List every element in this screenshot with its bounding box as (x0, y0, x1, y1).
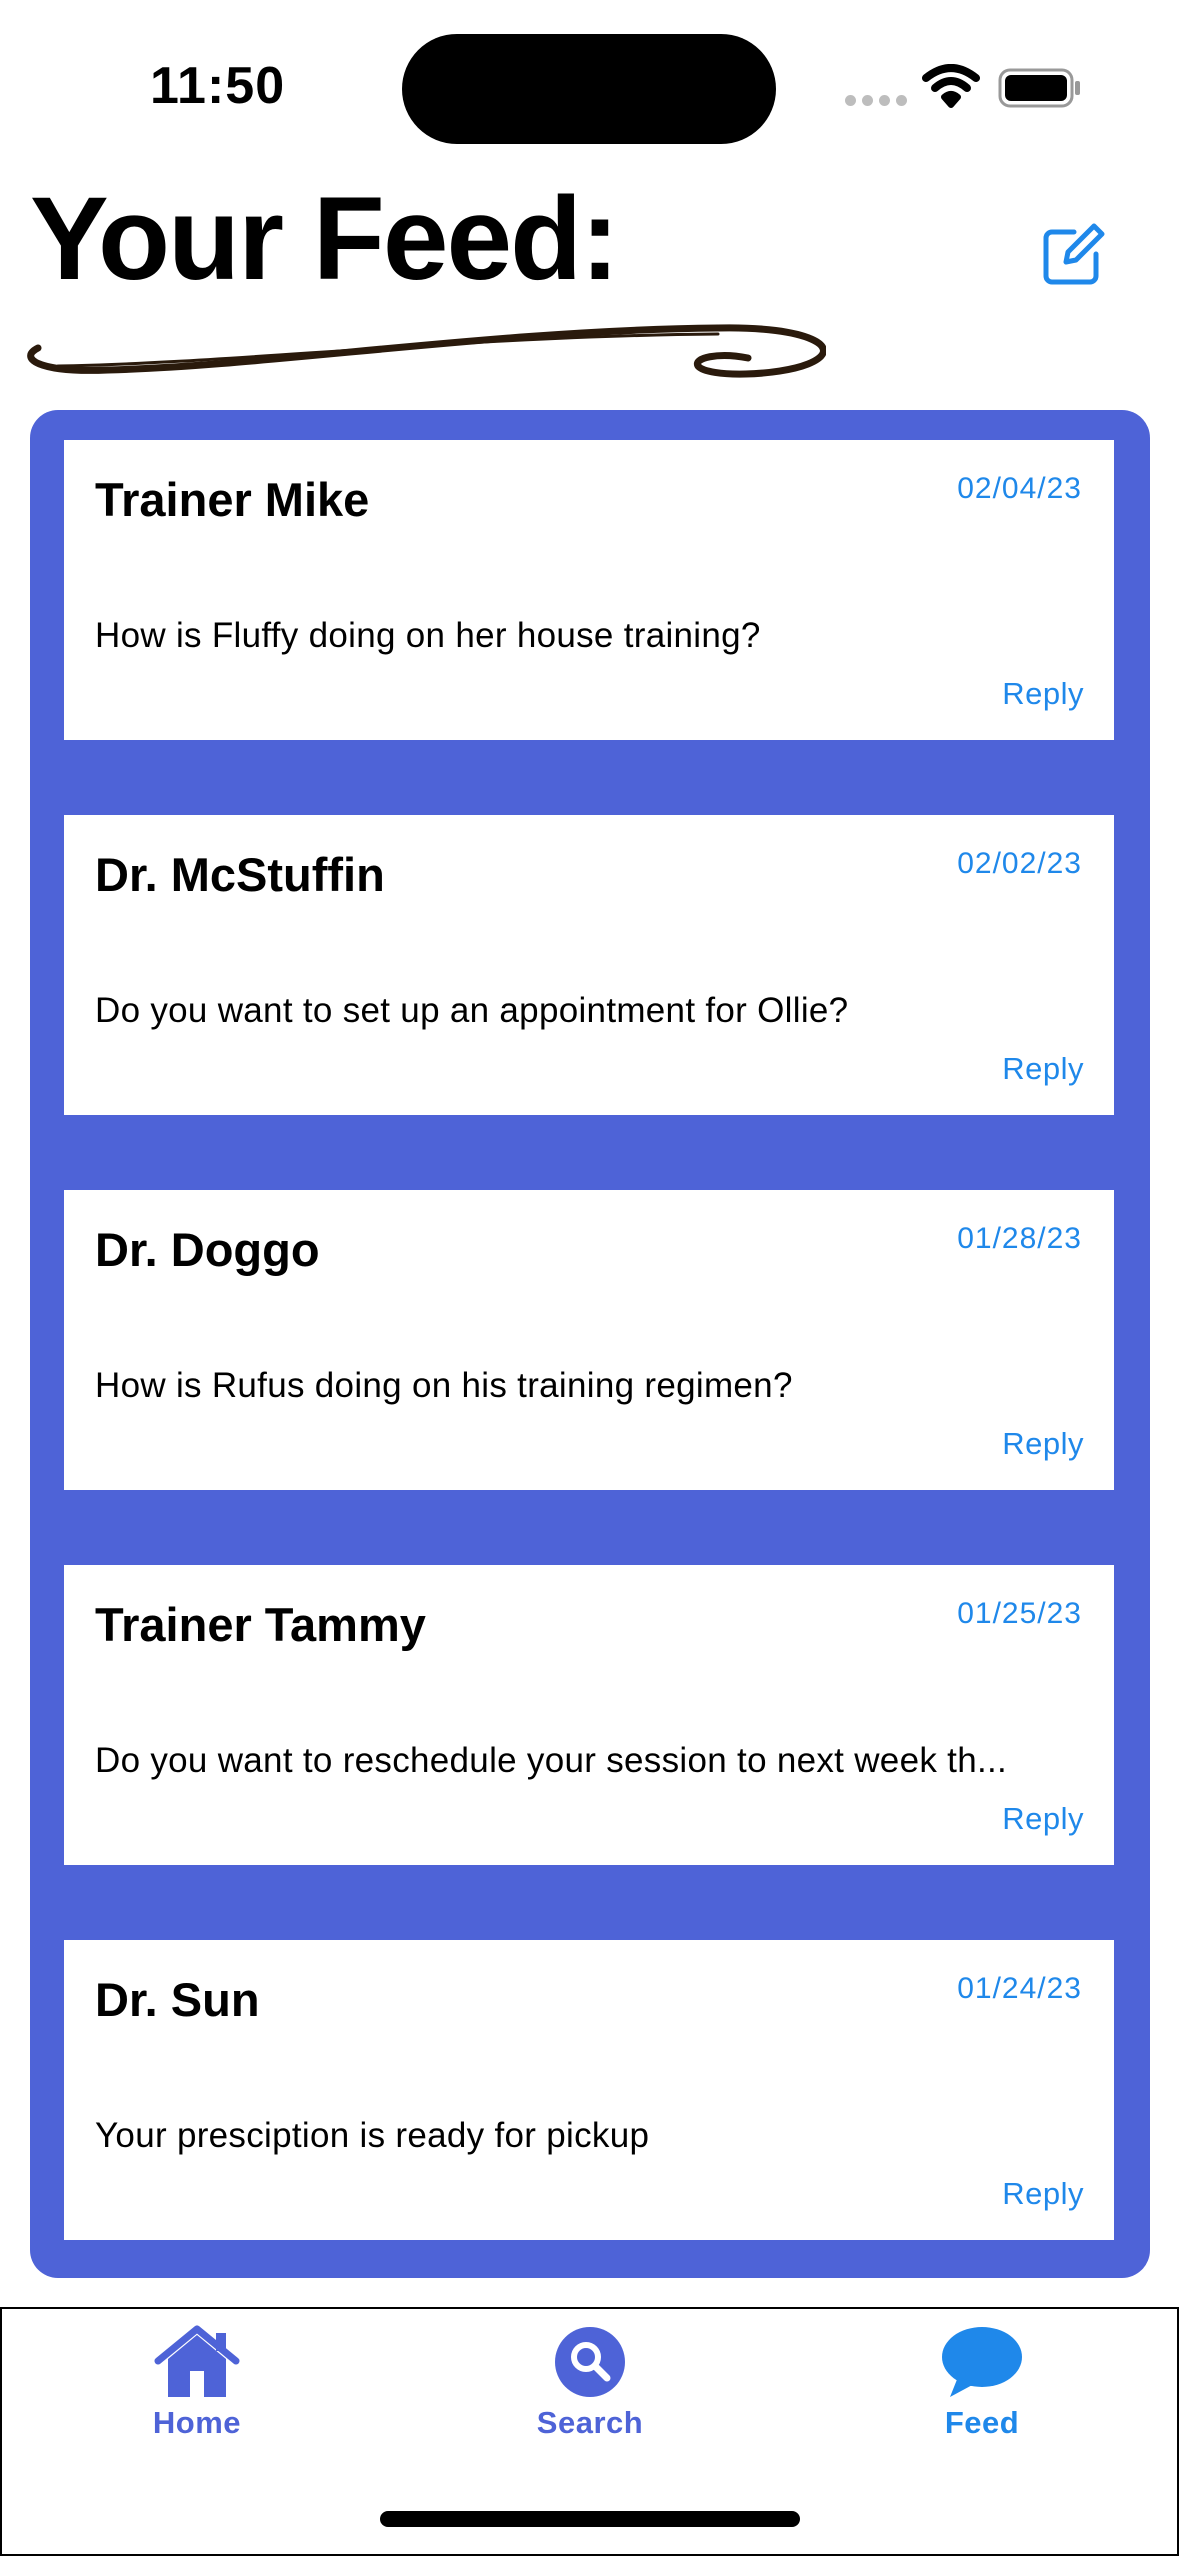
card-message: How is Fluffy doing on her house trainin… (95, 616, 761, 655)
reply-link[interactable]: Reply (1002, 676, 1084, 712)
card-date: 02/04/23 (957, 472, 1082, 505)
card-date: 02/02/23 (957, 847, 1082, 880)
card-sender: Dr. Sun (95, 1973, 260, 2026)
feed-card[interactable]: Dr. Sun 01/24/23 Your presciption is rea… (64, 1940, 1114, 2240)
reply-link[interactable]: Reply (1002, 2176, 1084, 2212)
cellular-signal-icon (845, 95, 907, 106)
house-icon (154, 2325, 240, 2397)
tab-label: Home (152, 2405, 242, 2440)
card-date: 01/25/23 (957, 1597, 1082, 1630)
tab-label: Search (536, 2405, 644, 2440)
card-message: How is Rufus doing on his training regim… (95, 1366, 793, 1405)
tab-home[interactable]: Home (97, 2325, 297, 2441)
card-sender: Dr. McStuffin (95, 848, 385, 901)
feed-panel: Trainer Mike 02/04/23 How is Fluffy doin… (30, 410, 1150, 2278)
card-message: Your presciption is ready for pickup (95, 2116, 650, 2155)
card-sender: Trainer Tammy (95, 1598, 426, 1651)
feed-card[interactable]: Trainer Mike 02/04/23 How is Fluffy doin… (64, 440, 1114, 740)
reply-link[interactable]: Reply (1002, 1801, 1084, 1837)
feed-card[interactable]: Dr. McStuffin 02/02/23 Do you want to se… (64, 815, 1114, 1115)
tab-search[interactable]: Search (490, 2325, 690, 2441)
feed-card[interactable]: Trainer Tammy 01/25/23 Do you want to re… (64, 1565, 1114, 1865)
tab-label: Feed (944, 2405, 1020, 2440)
card-message: Do you want to reschedule your session t… (95, 1741, 1008, 1780)
card-date: 01/28/23 (957, 1222, 1082, 1255)
feed-card[interactable]: Dr. Doggo 01/28/23 How is Rufus doing on… (64, 1190, 1114, 1490)
chat-bubble-icon (942, 2327, 1022, 2397)
tab-feed[interactable]: Feed (882, 2325, 1082, 2441)
card-date: 01/24/23 (957, 1972, 1082, 2005)
reply-link[interactable]: Reply (1002, 1426, 1084, 1462)
card-sender: Dr. Doggo (95, 1223, 320, 1276)
page-title: Your Feed: (30, 173, 620, 305)
search-icon (555, 2327, 625, 2397)
status-time: 11:50 (150, 57, 286, 115)
card-sender: Trainer Mike (95, 473, 370, 526)
dynamic-island (402, 34, 776, 144)
title-flourish-decoration (27, 324, 826, 378)
reply-link[interactable]: Reply (1002, 1051, 1084, 1087)
compose-button[interactable] (1040, 222, 1106, 288)
card-message: Do you want to set up an appointment for… (95, 991, 849, 1030)
battery-icon (998, 68, 1080, 108)
wifi-icon (922, 64, 980, 108)
home-indicator[interactable] (380, 2511, 800, 2527)
